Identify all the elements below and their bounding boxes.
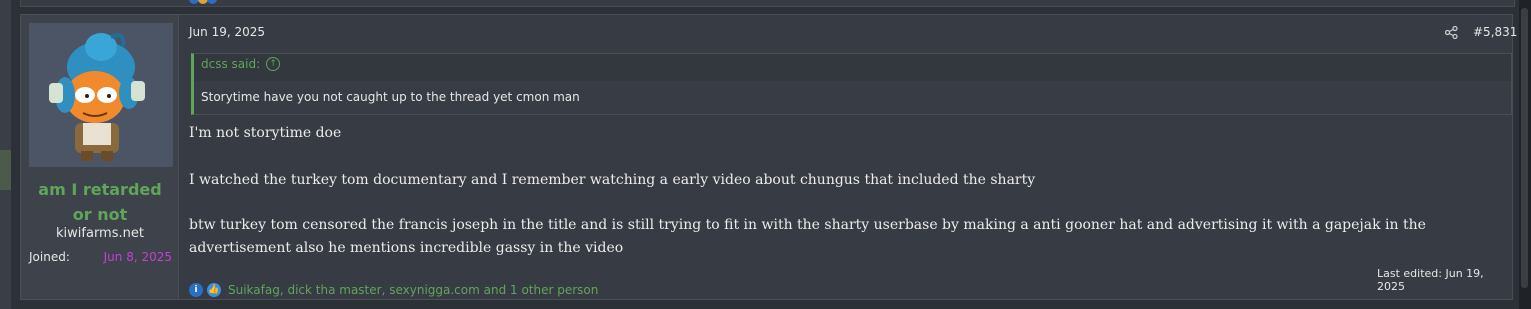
left-edge-strip [0,0,11,309]
quote-header[interactable]: dcss said: ↑ [201,57,281,71]
quote-author[interactable]: dcss said: [201,57,260,71]
joined-date: Jun 8, 2025 [103,250,172,264]
username[interactable]: am I retarded or not [21,177,179,227]
avatar[interactable] [29,23,173,167]
post-number[interactable]: #5,831 [1473,25,1517,39]
left-edge-decoration [0,150,11,190]
reactions-bar[interactable]: i 👍 Suikafag, dick tha master, sexynigga… [189,283,598,297]
scrollbar-thumb[interactable] [1521,8,1528,288]
joined-label: Joined: [29,250,70,264]
quote-body: Storytime have you not caught up to the … [194,81,1511,114]
scrollbar[interactable] [1519,0,1531,309]
message-paragraph: I watched the turkey tom documentary and… [189,172,1036,188]
message-paragraph: btw turkey tom censored the francis jose… [189,217,1426,256]
user-title: kiwifarms.net [56,226,144,241]
informative-icon: i [189,283,203,297]
previous-post-footer [20,0,1515,7]
username-line[interactable]: am I retarded [21,177,179,202]
post-date[interactable]: Jun 19, 2025 [189,25,265,39]
share-icon[interactable] [1445,26,1458,39]
forum-post: am I retarded or not kiwifarms.net Joine… [20,14,1517,300]
username-line[interactable]: or not [21,202,179,227]
reactions-list[interactable]: Suikafag, dick tha master, sexynigga.com… [228,283,598,297]
last-edited: Last edited: Jun 19, 2025 [1377,267,1484,293]
previous-post-reactions[interactable] [189,0,229,4]
avatar-image [29,23,173,167]
user-info-column: am I retarded or not kiwifarms.net Joine… [21,15,179,299]
jump-to-quote-icon[interactable]: ↑ [266,57,281,71]
quote-text: Storytime have you not caught up to the … [201,90,580,104]
like-icon: 👍 [207,283,221,297]
reaction-icon [207,0,217,4]
quote-block: dcss said: ↑ Storytime have you not caug… [191,53,1512,115]
message-paragraph: I'm not storytime doe [189,125,342,141]
